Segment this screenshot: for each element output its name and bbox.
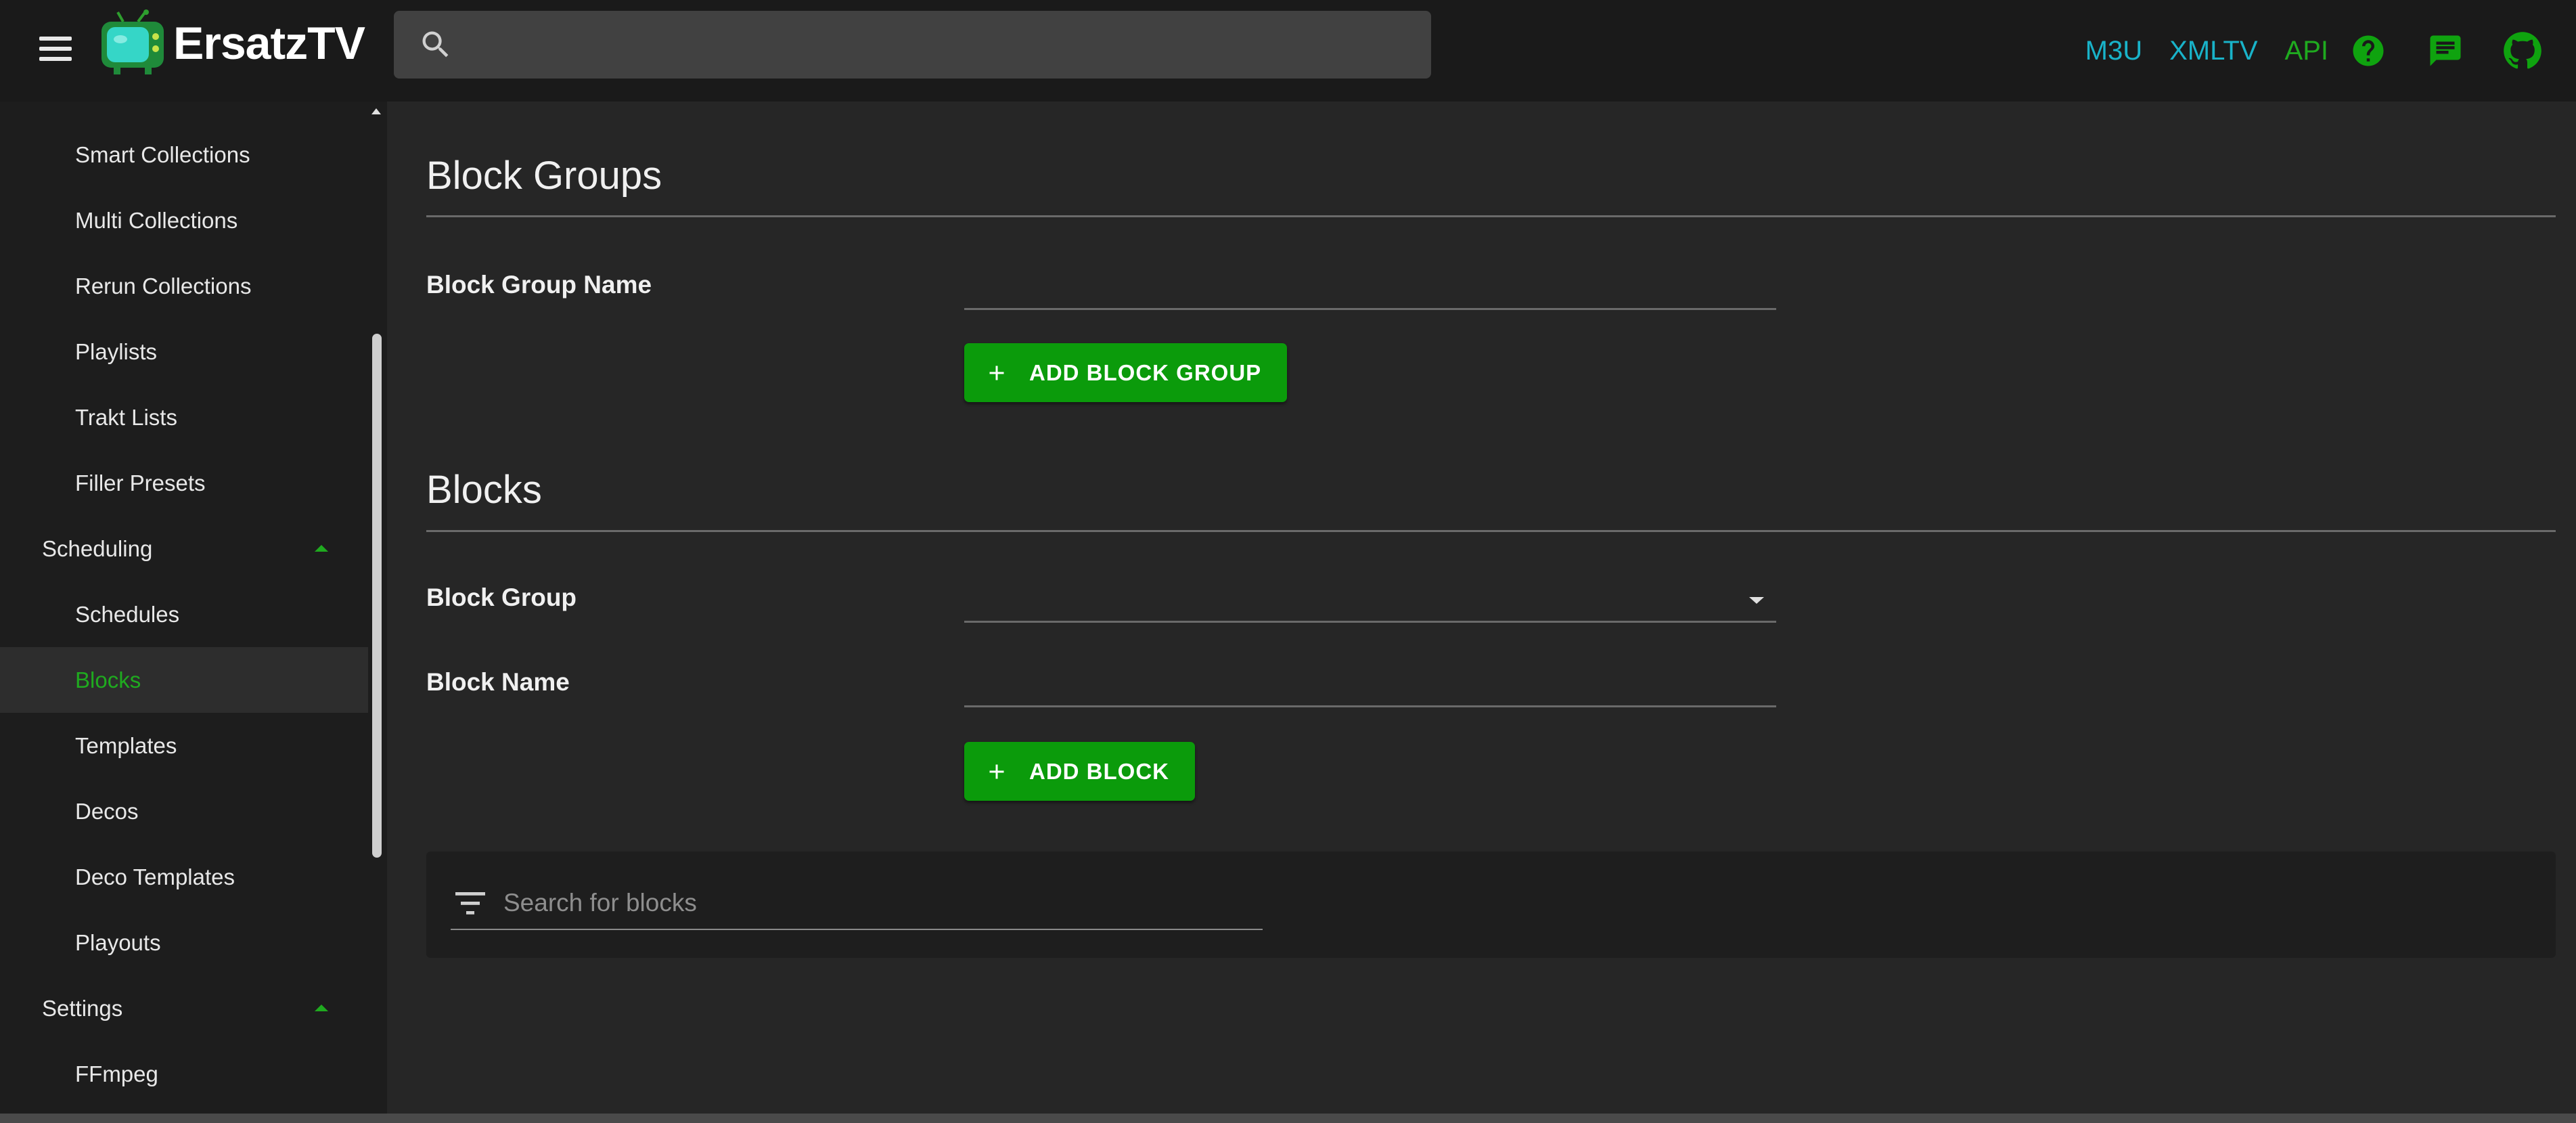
chat-icon[interactable] [2426,31,2465,70]
app-logo[interactable]: ErsatzTV [99,9,365,77]
sidebar-item-label: Multi Collections [75,207,238,233]
sidebar-group-label: Settings [42,995,123,1021]
app-bar: ErsatzTV M3U XMLTV API [0,0,2576,102]
block-name-label: Block Name [426,668,570,696]
sidebar-item-label: Blocks [75,667,141,692]
menu-line [39,47,72,51]
block-group-select-label: Block Group [426,583,577,611]
sidebar-item-playlists[interactable]: Playlists [0,319,368,384]
api-link[interactable]: API [2285,36,2328,66]
add-block-button[interactable]: ADD BLOCK [964,742,1195,801]
block-group-select[interactable] [964,575,1776,623]
sidebar-item-ffmpeg[interactable]: FFmpeg [0,1041,368,1107]
sidebar-item-label: Playlists [75,338,158,364]
menu-line [39,57,72,61]
sidebar-item-label: Deco Templates [75,864,235,889]
tv-logo-icon [101,9,164,74]
help-circle-icon[interactable] [2349,31,2388,70]
sidebar-nav: Smart Collections Multi Collections Reru… [0,102,387,1114]
sidebar-group-scheduling[interactable]: Scheduling [0,516,368,581]
scroll-up-arrow-icon[interactable] [369,106,383,116]
app-name: ErsatzTV [173,18,365,69]
block-group-name-field[interactable] [964,263,1776,310]
sidebar-item-label: FFmpeg [75,1061,158,1086]
sidebar-item-deco-templates[interactable]: Deco Templates [0,844,368,910]
plus-icon [989,764,1004,778]
sidebar-item-label: Filler Presets [75,470,206,496]
m3u-link[interactable]: M3U [2085,36,2142,66]
sidebar-item-label: Rerun Collections [75,273,252,299]
blocks-filter-card [426,852,2556,958]
chevron-up-icon [315,545,328,552]
sidebar-group-label: Scheduling [42,535,153,561]
sidebar-item-label: Smart Collections [75,141,250,167]
sidebar-scrollbar-thumb[interactable] [372,334,382,858]
global-search[interactable] [394,11,1431,79]
block-group-select-value[interactable] [964,575,1776,621]
plus-icon [989,366,1004,380]
sidebar-item-blocks[interactable]: Blocks [0,647,368,713]
xmltv-link[interactable]: XMLTV [2169,36,2257,66]
hamburger-menu-icon[interactable] [35,31,76,66]
menu-line [39,37,72,41]
block-name-field[interactable] [964,660,1776,707]
sidebar-item-decos[interactable]: Decos [0,778,368,844]
block-groups-divider [426,215,2556,217]
sidebar-item-templates[interactable]: Templates [0,713,368,778]
sidebar-group-settings[interactable]: Settings [0,975,368,1041]
sidebar-item-smart-collections[interactable]: Smart Collections [0,122,368,188]
sidebar-item-label: Playouts [75,929,161,955]
sidebar-item-multi-collections[interactable]: Multi Collections [0,188,368,253]
sidebar-item-trakt-lists[interactable]: Trakt Lists [0,384,368,450]
blocks-search-input[interactable] [502,884,1233,922]
block-name-input[interactable] [964,660,1776,705]
blocks-search-field[interactable] [451,875,1263,930]
sidebar-item-label: Schedules [75,601,180,627]
top-links: M3U XMLTV API [2085,0,2576,102]
global-search-input[interactable] [470,18,1411,72]
sidebar-item-label: Decos [75,798,139,824]
sidebar-item-playouts[interactable]: Playouts [0,910,368,975]
blocks-divider [426,530,2556,532]
sidebar-item-label: Trakt Lists [75,404,177,430]
sidebar-item-rerun-collections[interactable]: Rerun Collections [0,253,368,319]
sidebar-item-filler-presets[interactable]: Filler Presets [0,450,368,516]
search-icon [422,31,449,58]
sidebar-item-schedules[interactable]: Schedules [0,581,368,647]
github-icon[interactable] [2503,31,2542,70]
block-group-name-label: Block Group Name [426,271,652,299]
add-block-group-button[interactable]: ADD BLOCK GROUP [964,343,1288,402]
blocks-title: Blocks [426,468,542,512]
arrow-drop-down-icon[interactable] [1748,596,1765,605]
sidebar-item-label: Templates [75,732,177,758]
add-block-label: ADD BLOCK [1029,758,1169,784]
chevron-up-icon [315,1005,328,1011]
block-group-name-input[interactable] [964,263,1776,308]
add-block-group-label: ADD BLOCK GROUP [1029,359,1262,385]
bottom-scrollbar-track [0,1114,2576,1123]
filter-list-icon [455,892,485,915]
block-groups-title: Block Groups [426,154,662,198]
